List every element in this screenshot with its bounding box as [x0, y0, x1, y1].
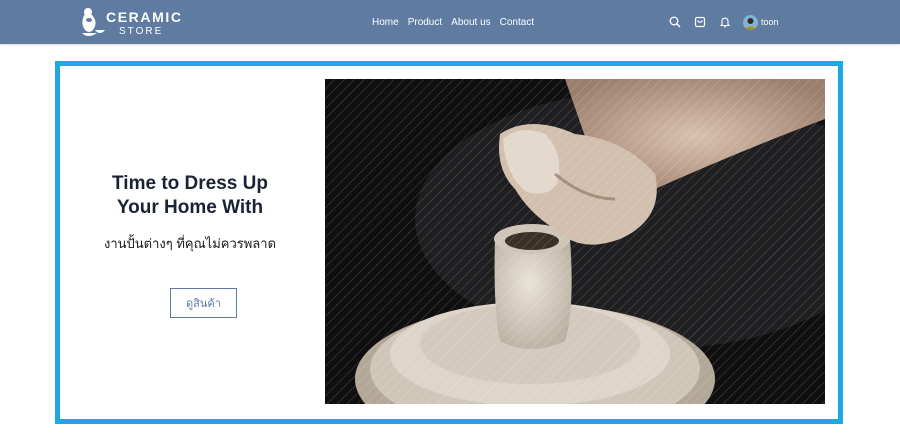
nav-link-contact[interactable]: Contact — [500, 17, 534, 28]
username: toon — [761, 17, 779, 27]
pottery-wheel-image — [325, 79, 825, 404]
hero-image — [325, 79, 825, 404]
brand-logo[interactable]: CERAMIC STORE — [78, 4, 188, 40]
brand-subname: STORE — [119, 26, 164, 37]
hero-title-line-2: Your Home With — [116, 197, 264, 218]
top-navbar: CERAMIC STORE Home Product About us Cont… — [0, 0, 900, 44]
cart-icon[interactable] — [693, 15, 707, 29]
nav-link-home[interactable]: Home — [372, 17, 399, 28]
hero-title-line-1: Time to Dress Up — [112, 173, 268, 194]
nav-link-product[interactable]: Product — [408, 17, 442, 28]
hero-subtitle: งานปั้นต่างๆ ที่คุณไม่ควรพลาด — [103, 236, 277, 251]
view-products-button[interactable]: ดูสินค้า — [170, 288, 237, 318]
nav-actions: toon — [668, 0, 779, 44]
avatar — [743, 14, 758, 30]
hero-title: Time to Dress Up Your Home With — [60, 172, 320, 220]
nav-link-about-us[interactable]: About us — [451, 17, 490, 28]
main-nav: Home Product About us Contact — [372, 0, 543, 44]
hero-banner: Time to Dress Up Your Home With งานปั้นต… — [55, 61, 843, 424]
search-icon[interactable] — [668, 15, 682, 29]
bell-icon[interactable] — [718, 15, 732, 29]
user-menu[interactable]: toon — [743, 14, 779, 30]
brand-name: CERAMIC — [106, 9, 183, 25]
